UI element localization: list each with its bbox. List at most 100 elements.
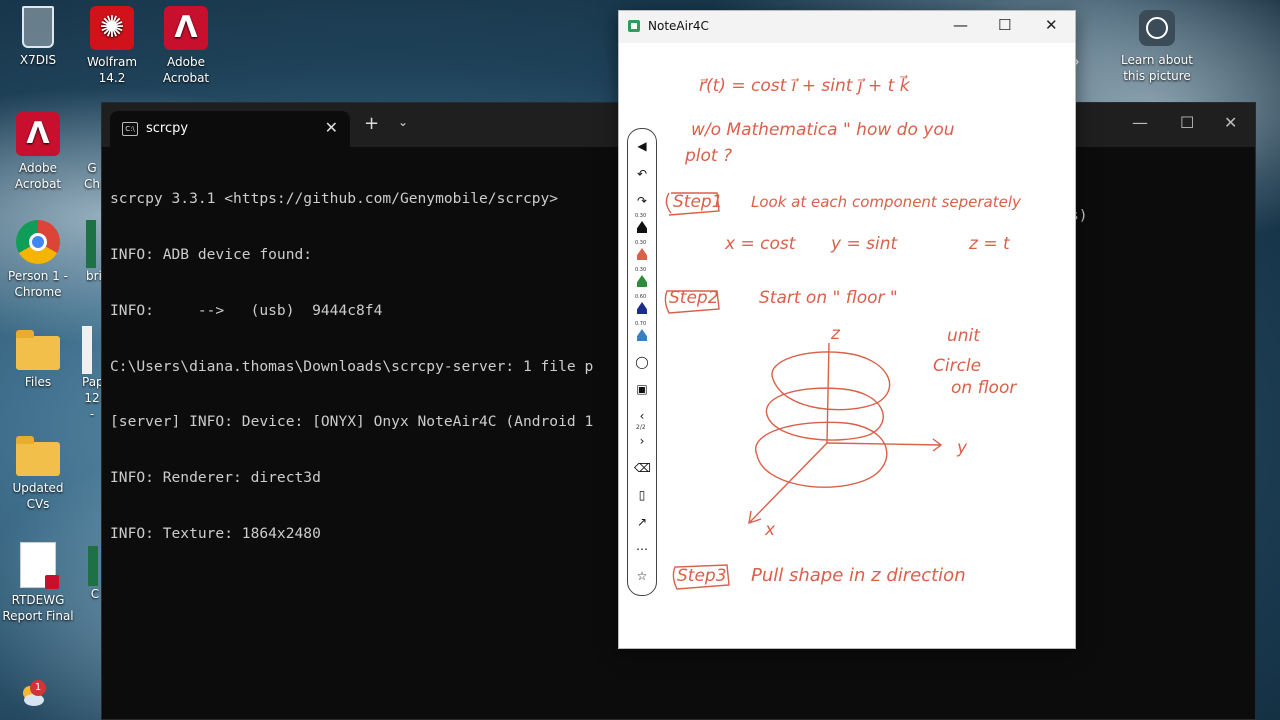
pen-green-icon[interactable] bbox=[637, 275, 647, 287]
desktop-icon-label: X7DIS bbox=[19, 53, 57, 67]
close-tab-icon[interactable]: ✕ bbox=[325, 118, 338, 137]
partial-icon-2[interactable]: britt bbox=[86, 220, 102, 284]
maximize-button[interactable]: ☐ bbox=[1180, 113, 1194, 132]
desktop-icon-files[interactable]: Files bbox=[0, 330, 76, 390]
close-window-button[interactable]: ✕ bbox=[1224, 113, 1237, 132]
desktop-icon-adobe-acrobat-2[interactable]: ⴷ Adobe Acrobat bbox=[0, 112, 76, 192]
save-icon[interactable]: ▣ bbox=[634, 381, 650, 397]
note-canvas[interactable]: r⃗(t) = cost i⃗ + sint j⃗ + t k⃗ w/o Mat… bbox=[655, 43, 1075, 643]
tab-label: scrcpy bbox=[146, 121, 189, 136]
partial-label: C bbox=[90, 587, 100, 601]
desktop-icon-updated-cvs[interactable]: Updated CVs bbox=[0, 436, 76, 512]
desktop-icon-label: RTDEWG Report Final bbox=[2, 593, 74, 623]
wolfram-icon: ✺ bbox=[90, 6, 134, 50]
maximize-button[interactable]: ☐ bbox=[998, 16, 1011, 34]
y-axis bbox=[826, 438, 943, 452]
unit-label-3: on floor bbox=[951, 378, 1017, 398]
terminal-icon: C:\ bbox=[122, 122, 138, 136]
notification-badge: 1 bbox=[30, 680, 46, 696]
pen-blue-icon[interactable] bbox=[637, 302, 647, 314]
x-axis bbox=[748, 442, 828, 525]
pen-black-icon[interactable] bbox=[637, 221, 647, 233]
pen-size-label: 0.70 bbox=[635, 321, 647, 327]
desktop-icon-label: Person 1 - Chrome bbox=[8, 269, 68, 299]
pen-size-label: 0.60 bbox=[635, 294, 647, 300]
back-icon[interactable]: ◀ bbox=[634, 138, 650, 154]
page-indicator: 2/2 bbox=[636, 424, 646, 431]
desktop-icon-adobe-acrobat[interactable]: ⴷ Adobe Acrobat bbox=[148, 6, 224, 86]
handwriting-line2b: plot ? bbox=[684, 146, 732, 166]
desktop-icon-label: Files bbox=[24, 375, 52, 389]
desktop-icon-label: Adobe Acrobat bbox=[14, 161, 62, 191]
noteair-titlebar: NoteAir4C — ☐ ✕ bbox=[619, 11, 1075, 43]
acrobat-icon: ⴷ bbox=[16, 112, 60, 156]
minimize-button[interactable]: — bbox=[953, 16, 968, 34]
axis-x-label: x bbox=[764, 520, 776, 540]
minimize-button[interactable]: — bbox=[1132, 113, 1148, 132]
tab-scrcpy[interactable]: C:\ scrcpy ✕ bbox=[110, 111, 350, 147]
camera-lens-icon bbox=[1139, 10, 1175, 46]
handwriting-line2a: w/o Mathematica " how do you bbox=[691, 120, 955, 140]
desktop-icon-wolfram[interactable]: ✺ Wolfram 14.2 bbox=[74, 6, 150, 86]
drawing-toolbar: ◀ ↶ ↷ 0.30 0.30 0.30 0.60 0.70 ◯ ▣ ‹ 2/2… bbox=[627, 128, 657, 596]
step1-tag: Step1 bbox=[673, 192, 723, 212]
more-icon[interactable]: ⋯ bbox=[634, 541, 650, 557]
pen-red-icon[interactable] bbox=[637, 248, 647, 260]
partial-label: 12 - bbox=[84, 391, 100, 421]
helix-loop-2 bbox=[765, 387, 884, 441]
axis-z-label: z bbox=[830, 324, 841, 344]
partial-label: Pap bbox=[82, 375, 102, 389]
desktop-icon-label: Updated CVs bbox=[12, 481, 64, 511]
step3-text: Pull shape in z direction bbox=[751, 565, 966, 586]
desktop-icon-chrome[interactable]: Person 1 - Chrome bbox=[0, 220, 76, 300]
desktop-icon-label: Adobe Acrobat bbox=[162, 55, 210, 85]
folder-icon bbox=[16, 330, 60, 370]
eq-x: x = cost bbox=[724, 234, 797, 254]
unit-label-2: Circle bbox=[933, 356, 981, 376]
partial-label: G bbox=[87, 161, 97, 175]
partial-label: Ch bbox=[84, 177, 100, 191]
learn-label: Learn about this picture bbox=[1121, 53, 1193, 83]
desktop-icon-rtdewg-report[interactable]: RTDEWG Report Final bbox=[0, 542, 76, 624]
z-axis bbox=[826, 342, 830, 444]
partial-icon-4[interactable]: C bbox=[88, 546, 102, 602]
star-icon[interactable]: ☆ bbox=[634, 568, 650, 584]
helix-loop-1 bbox=[771, 351, 891, 411]
step3-tag: Step3 bbox=[677, 566, 727, 586]
pen-lightblue-icon[interactable] bbox=[637, 329, 647, 341]
unit-label-1: unit bbox=[947, 326, 981, 346]
recycle-bin-icon bbox=[22, 6, 54, 48]
step2-text: Start on " floor " bbox=[759, 288, 898, 308]
close-window-button[interactable]: ✕ bbox=[1045, 16, 1058, 34]
folder-icon bbox=[16, 436, 60, 476]
redo-icon[interactable]: ↷ bbox=[634, 193, 650, 209]
partial-icon-3[interactable]: Pap 12 - bbox=[82, 326, 102, 422]
app-icon bbox=[628, 20, 640, 32]
new-tab-button[interactable]: + bbox=[364, 113, 379, 134]
partial-icon-1[interactable]: G Ch bbox=[82, 112, 102, 192]
step1-text: Look at each component seperately bbox=[751, 193, 1022, 211]
prev-page-icon[interactable]: ‹ bbox=[634, 408, 650, 424]
noteair-window[interactable]: NoteAir4C — ☐ ✕ ◀ ↶ ↷ 0.30 0.30 0.30 0.6… bbox=[618, 10, 1076, 649]
pdf-document-icon bbox=[20, 542, 59, 589]
next-page-icon[interactable]: › bbox=[634, 433, 650, 449]
eraser-icon[interactable]: ⌫ bbox=[634, 460, 651, 476]
acrobat-icon: ⴷ bbox=[164, 6, 208, 50]
partial-label: britt bbox=[86, 269, 102, 283]
pen-size-label: 0.30 bbox=[635, 213, 647, 219]
learn-about-picture[interactable]: Learn about this picture bbox=[1118, 10, 1196, 84]
axis-y-label: y bbox=[956, 438, 968, 458]
chrome-icon bbox=[16, 220, 60, 264]
handwriting-line1: r⃗(t) = cost i⃗ + sint j⃗ + t k⃗ bbox=[699, 74, 911, 96]
share-icon[interactable]: ↗ bbox=[634, 514, 650, 530]
desktop-icon-recycle-bin[interactable]: X7DIS bbox=[0, 6, 76, 68]
lasso-icon[interactable]: ◯ bbox=[634, 354, 650, 370]
chevron-down-icon[interactable]: ⌄ bbox=[398, 115, 408, 129]
eq-y: y = sint bbox=[830, 234, 898, 254]
pen-size-label: 0.30 bbox=[635, 267, 647, 273]
undo-icon[interactable]: ↶ bbox=[634, 166, 650, 182]
desktop-icon-label: Wolfram 14.2 bbox=[86, 55, 138, 85]
eq-z: z = t bbox=[968, 234, 1011, 254]
helix-loop-3 bbox=[754, 421, 888, 488]
page-icon[interactable]: ▯ bbox=[634, 487, 650, 503]
